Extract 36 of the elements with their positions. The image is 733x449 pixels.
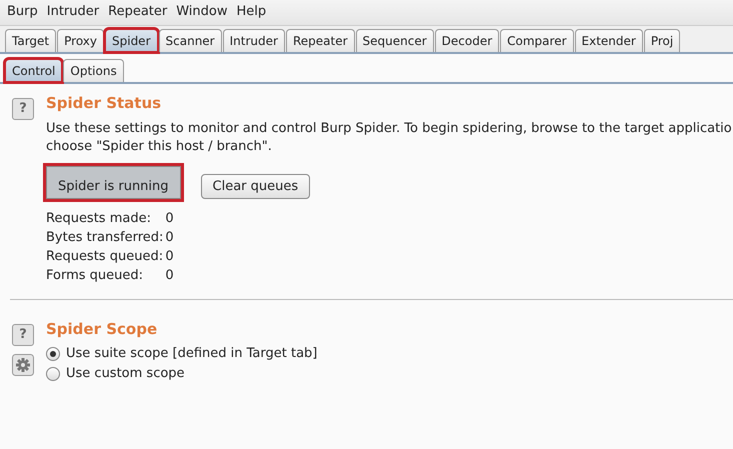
tab[interactable]: Decoder xyxy=(434,29,500,52)
description-text: Use these settings to monitor and control Burp Spider. To begin spidering, browse to the target applicatio choose "Spider this host / branch". xyxy=(46,120,733,156)
menu-item[interactable]: Window xyxy=(176,4,228,21)
tab[interactable]: Options xyxy=(63,59,124,82)
tab[interactable]: Intruder xyxy=(222,29,285,52)
tab[interactable]: Target xyxy=(5,29,56,52)
stat-label: Requests queued: xyxy=(46,249,164,264)
tab[interactable]: Sequencer xyxy=(356,29,434,52)
tab[interactable]: Proxy xyxy=(57,29,104,52)
toggle-button[interactable]: Spider is running xyxy=(46,166,181,199)
tab[interactable]: Extender xyxy=(574,29,643,52)
stat-label: Bytes transferred: xyxy=(46,230,164,245)
stat-value: 0 xyxy=(165,211,174,226)
settings-icon[interactable] xyxy=(12,354,34,376)
stat-value: 0 xyxy=(165,230,174,245)
menu-item[interactable]: Burp xyxy=(7,4,38,21)
tab[interactable]: Scanner xyxy=(158,29,222,52)
menu-item[interactable]: Help xyxy=(236,4,266,21)
stat-value: 0 xyxy=(165,268,174,283)
tab[interactable]: Control xyxy=(5,59,62,82)
tab[interactable]: Repeater xyxy=(286,29,355,52)
stat-value: 0 xyxy=(165,249,174,264)
section-title: Spider Scope xyxy=(46,320,158,338)
menu-item[interactable]: Repeater xyxy=(108,4,168,21)
tab[interactable]: Comparer xyxy=(500,29,574,52)
tab[interactable]: Proj xyxy=(644,29,680,52)
section-title: Spider Status xyxy=(46,94,162,112)
help-icon[interactable]: ? xyxy=(12,324,34,346)
radio-option[interactable]: Use custom scope xyxy=(46,366,733,381)
radio-option[interactable]: Use suite scope [defined in Target tab] xyxy=(46,346,733,361)
help-icon[interactable]: ? xyxy=(12,98,34,120)
menu-item[interactable]: Intruder xyxy=(46,4,100,21)
stat-label: Requests made: xyxy=(46,211,152,226)
button[interactable]: Clear queues xyxy=(200,174,310,199)
stat-label: Forms queued: xyxy=(46,268,144,283)
tab[interactable]: Spider xyxy=(105,29,158,52)
